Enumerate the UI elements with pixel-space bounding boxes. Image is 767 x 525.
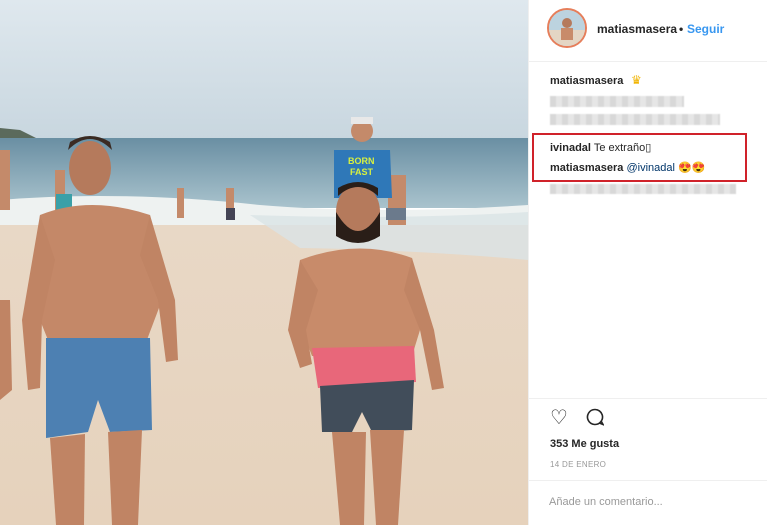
- avatar-image: [549, 10, 585, 46]
- comment-trailing-glyph: ▯: [645, 142, 652, 154]
- comment-username[interactable]: matiasmasera: [550, 162, 623, 174]
- avatar[interactable]: [547, 8, 587, 48]
- post-side-panel: matiasmasera • Seguir matiasmasera ♛ ivi…: [528, 0, 767, 525]
- heart-icon[interactable]: ♡: [550, 408, 568, 428]
- header-separator: •: [679, 22, 684, 36]
- comment-icon[interactable]: [586, 408, 604, 426]
- beach-photo-image: BORN FAST: [0, 0, 528, 525]
- post-photo: BORN FAST: [0, 0, 528, 525]
- comment-mention-link[interactable]: @ivinadal: [626, 162, 674, 174]
- caption-username[interactable]: matiasmasera: [550, 75, 623, 87]
- blurred-caption-line-1: [550, 96, 684, 107]
- blurred-caption-line-2: [550, 114, 720, 125]
- comment-input[interactable]: [547, 495, 741, 509]
- header-username[interactable]: matiasmasera: [597, 22, 677, 36]
- blurred-comment-line: [550, 184, 736, 194]
- comment-item: ivinadal Te extraño▯: [550, 141, 651, 154]
- post-date: 14 DE ENERO: [550, 460, 607, 469]
- likes-count[interactable]: 353 Me gusta: [550, 438, 619, 450]
- comment-text: Te extraño: [593, 142, 646, 154]
- action-bar-divider: [529, 398, 767, 399]
- comment-username[interactable]: ivinadal: [550, 142, 591, 154]
- post-header: matiasmasera • Seguir: [529, 0, 767, 62]
- shirt-text-line2: FAST: [350, 167, 374, 177]
- comment-bar: [529, 480, 767, 525]
- comment-item: matiasmasera @ivinadal 😍😍: [550, 161, 705, 174]
- heart-eyes-emoji-icon: 😍😍: [677, 162, 706, 174]
- shirt-text-line1: BORN: [348, 156, 375, 166]
- crown-emoji-icon: ♛: [631, 73, 642, 87]
- follow-button[interactable]: Seguir: [687, 22, 724, 36]
